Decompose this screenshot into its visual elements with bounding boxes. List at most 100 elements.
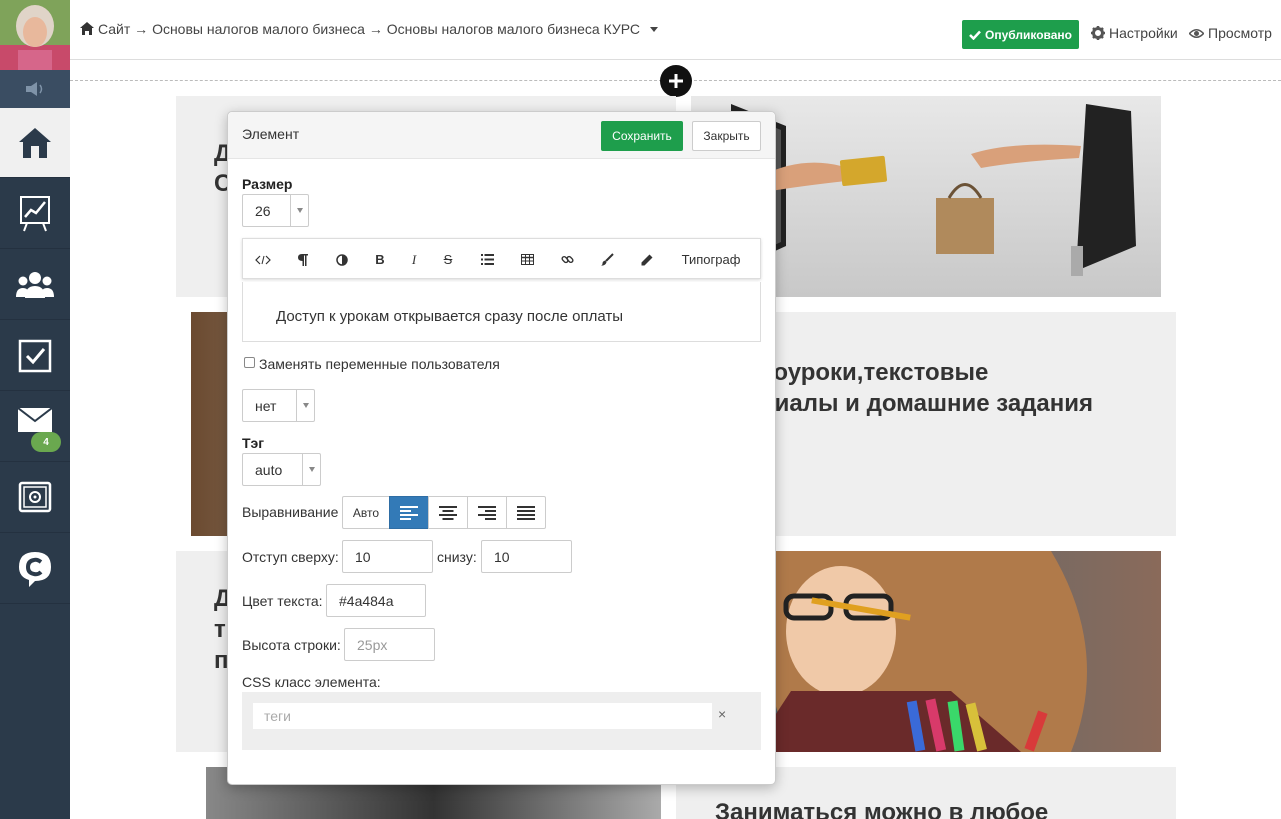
align-label: Выравнивание [242,504,339,520]
editor-text[interactable]: Доступ к урокам открывается сразу после … [276,308,623,325]
sidebar-item-logo[interactable] [0,534,70,604]
published-button[interactable]: Опубликовано [962,20,1079,49]
code-icon [255,255,271,264]
mail-icon [18,407,52,432]
strike-icon[interactable]: S [429,239,467,280]
block4-text-1: Заниматься можно в любое [715,799,1049,819]
line-height-input[interactable]: 25px [344,628,435,661]
italic-icon[interactable]: I [399,239,429,280]
css-class-input[interactable]: теги [253,703,712,729]
sound-toggle[interactable] [0,70,70,108]
preview-label: Просмотр [1208,25,1272,41]
breadcrumb-path[interactable]: Сайт → Основы налогов малого бизнеса → О… [98,21,640,37]
text-color-label: Цвет текста: [242,593,323,609]
modal-header: Элемент Сохранить Закрыть [228,112,775,159]
gear-icon [1091,26,1105,40]
list-icon [480,254,494,265]
add-block-button[interactable] [660,65,692,97]
sidebar-item-mail[interactable]: 4 [0,392,70,462]
logo-icon [19,551,51,587]
align-left-icon [400,505,418,520]
block3-text-2: т [214,616,226,643]
chevron-down-icon [302,454,320,485]
link-icon [560,255,574,264]
code-button[interactable] [243,239,283,280]
typograph-button[interactable]: Типограф [675,239,747,280]
link-button[interactable] [547,239,587,280]
avatar-image [0,0,70,70]
element-modal: Элемент Сохранить Закрыть Размер 26 B I … [227,111,776,785]
align-right-button[interactable] [467,496,507,529]
replace-vars-select[interactable]: нет [242,389,315,422]
avatar[interactable] [0,0,70,70]
sidebar-item-home[interactable] [0,108,70,178]
safe-icon [18,481,52,512]
users-icon [16,271,54,298]
align-left-button[interactable] [389,496,429,529]
settings-link[interactable]: Настройки [1091,25,1178,41]
sidebar: 4 [0,0,70,819]
margin-top-input[interactable]: 10 [342,540,433,573]
bold-icon[interactable]: B [361,239,399,280]
brush-icon [600,253,614,266]
contrast-icon [336,253,348,266]
margin-top-label: Отступ сверху: [242,549,339,565]
save-button[interactable]: Сохранить [601,121,683,151]
list-button[interactable] [467,239,507,280]
margin-bottom-input[interactable]: 10 [481,540,572,573]
sidebar-item-tasks[interactable] [0,321,70,391]
settings-label: Настройки [1109,25,1178,41]
css-class-label: CSS класс элемента: [242,674,381,690]
sidebar-item-stats[interactable] [0,179,70,249]
close-button[interactable]: Закрыть [692,121,761,151]
align-justify-button[interactable] [506,496,546,529]
paragraph-icon [298,253,308,266]
preview-link[interactable]: Просмотр [1189,25,1272,41]
replace-vars-value: нет [255,397,277,414]
chevron-down-icon[interactable] [650,26,659,32]
tag-label: Тэг [242,435,265,451]
pencil-icon [641,254,653,265]
chevron-down-icon [296,390,314,421]
published-label: Опубликовано [984,27,1073,42]
home-icon [19,127,51,158]
sidebar-item-users[interactable] [0,250,70,320]
css-class-container: теги × [242,692,761,750]
text-color-input[interactable]: #4a484a [326,584,426,617]
tag-value: auto [255,461,283,478]
line-height-label: Высота строки: [242,637,341,653]
align-auto-button[interactable]: Авто [342,496,390,529]
editor-toolbar: B I S Типограф [242,238,761,279]
eye-icon [1189,28,1204,38]
size-label: Размер [242,176,293,192]
brush-button[interactable] [587,239,627,280]
sidebar-item-safe[interactable] [0,463,70,533]
chart-icon [20,195,50,231]
mail-badge: 4 [31,432,61,452]
speaker-icon [26,82,43,96]
chevron-down-icon [290,195,308,226]
text-editor[interactable]: Доступ к урокам открывается сразу после … [242,282,761,342]
margin-bottom-label: снизу: [437,549,477,565]
align-justify-icon [517,505,535,520]
tasks-icon [18,339,52,372]
contrast-button[interactable] [323,239,361,280]
clear-icon[interactable]: × [718,706,726,722]
paragraph-button[interactable] [283,239,323,280]
align-center-icon [439,505,457,520]
block2-text-1: еоуроки,текстовые [760,359,989,386]
home-icon [80,22,94,35]
align-center-button[interactable] [428,496,468,529]
tag-select[interactable]: auto [242,453,321,486]
modal-title: Элемент [242,126,300,142]
plus-icon [669,74,683,88]
pencil-button[interactable] [627,239,667,280]
check-icon [969,30,981,40]
block2-text-2: риалы и домашние задания [760,390,1094,417]
replace-vars-checkbox[interactable] [244,357,255,368]
breadcrumb[interactable]: Сайт → Основы налогов малого бизнеса → О… [80,21,659,37]
replace-vars-label[interactable]: Заменять переменные пользователя [259,356,500,372]
table-icon [520,254,534,265]
table-button[interactable] [507,239,547,280]
size-select[interactable]: 26 [242,194,309,227]
